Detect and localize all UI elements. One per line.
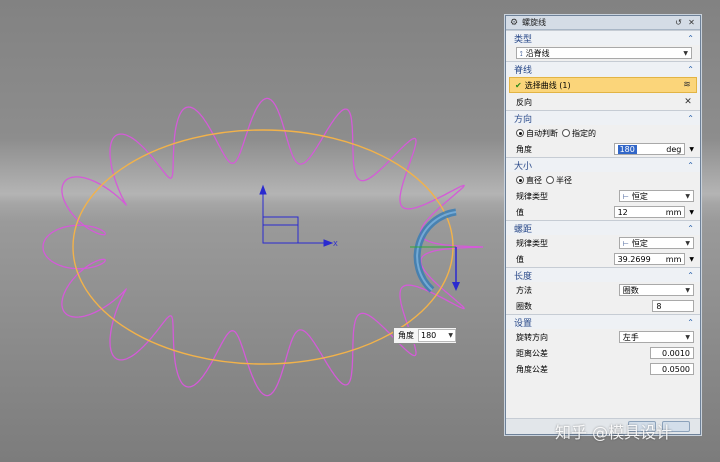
select-curve-row[interactable]: ✔ 选择曲线 (1) ≋	[509, 77, 697, 93]
angle-tol-input[interactable]: 0.0500	[650, 363, 694, 375]
angle-unit: deg	[666, 144, 682, 154]
chevron-up-icon[interactable]: ⌃	[687, 114, 694, 123]
coordinate-triad	[259, 184, 334, 247]
size-value-row: 值 12 mm ▼	[516, 206, 694, 218]
size-law-select[interactable]: ⊢ 恒定 ▼	[618, 190, 694, 202]
section-pitch-header[interactable]: 螺距 ⌃	[506, 220, 700, 235]
turns-row: 圈数 8	[506, 298, 700, 314]
chevron-down-icon[interactable]: ▼	[683, 50, 688, 57]
reverse-row: 反向 ✕	[506, 94, 700, 110]
chevron-down-icon[interactable]: ▼	[689, 146, 694, 153]
direction-radio-row: 自动判断 指定的	[506, 125, 700, 141]
rotation-select[interactable]: 左手 ▼	[618, 331, 694, 343]
chevron-up-icon[interactable]: ⌃	[687, 271, 694, 280]
dist-tol-row: 距离公差 0.0010	[506, 345, 700, 361]
reset-icon[interactable]: ↺	[674, 18, 683, 27]
rotation-row: 旋转方向 左手 ▼	[506, 329, 700, 345]
pitch-law-row: 规律类型 ⊢ 恒定 ▼	[506, 235, 700, 251]
chevron-up-icon[interactable]: ⌃	[687, 65, 694, 74]
reverse-direction-icon[interactable]: ✕	[682, 97, 694, 107]
section-direction-header[interactable]: 方向 ⌃	[506, 110, 700, 125]
close-icon[interactable]: ✕	[687, 18, 696, 27]
section-spine-header[interactable]: 脊线 ⌃	[506, 61, 700, 76]
length-method-select[interactable]: 圈数 ▼	[618, 284, 694, 296]
radio-diameter[interactable]: 直径	[516, 175, 542, 186]
check-icon: ✔	[515, 80, 522, 90]
radio-radius[interactable]: 半径	[546, 175, 572, 186]
floating-angle-label: 角度	[398, 331, 414, 340]
length-method-row: 方法 圈数 ▼	[506, 282, 700, 298]
watermark: 知乎 @模具设计	[555, 423, 673, 442]
angle-tol-row: 角度公差 0.0500	[506, 361, 700, 377]
size-value-input[interactable]: 12 mm	[613, 206, 686, 218]
chevron-up-icon[interactable]: ⌃	[687, 34, 694, 43]
pitch-value-row: 值 39.2699 mm ▼	[516, 253, 694, 265]
dialog-titlebar: ⚙ 螺旋线 ↺ ✕	[506, 16, 700, 30]
floating-angle-value: 180	[421, 331, 437, 340]
turns-input[interactable]: 8	[652, 300, 694, 312]
helix-dialog: ⚙ 螺旋线 ↺ ✕ 类型 ⌃ ⟟ 沿脊线 ▼ 脊线 ⌃ ✔ 选择曲线 (1) ≋ 反…	[505, 15, 701, 435]
type-select[interactable]: ⟟ 沿脊线 ▼	[516, 47, 692, 59]
law-constant-icon: ⊢	[622, 239, 629, 248]
chevron-down-icon[interactable]: ▼	[685, 193, 690, 200]
floating-angle-input[interactable]: 角度 180 ▼	[393, 327, 457, 344]
axis-x-label: X	[333, 240, 338, 248]
section-type-header[interactable]: 类型 ⌃	[506, 30, 700, 45]
law-constant-icon: ⊢	[622, 192, 629, 201]
chevron-up-icon[interactable]: ⌃	[687, 318, 694, 327]
chevron-up-icon[interactable]: ⌃	[687, 224, 694, 233]
angle-input[interactable]: 180 deg	[613, 143, 686, 155]
gear-icon[interactable]: ⚙	[510, 18, 518, 28]
curve-select-icon[interactable]: ≋	[681, 80, 693, 90]
radio-specified[interactable]: 指定的	[562, 128, 596, 139]
chevron-down-icon[interactable]: ▼	[689, 256, 694, 263]
chevron-down-icon[interactable]: ▼	[689, 209, 694, 216]
angle-label: 角度	[516, 144, 532, 154]
radio-auto[interactable]: 自动判断	[516, 128, 558, 139]
chevron-down-icon[interactable]: ▼	[685, 287, 690, 294]
section-settings-header[interactable]: 设置 ⌃	[506, 314, 700, 329]
dist-tol-input[interactable]: 0.0010	[650, 347, 694, 359]
pitch-value-input[interactable]: 39.2699 mm	[613, 253, 686, 265]
chevron-down-icon[interactable]: ▼	[685, 240, 690, 247]
size-law-row: 规律类型 ⊢ 恒定 ▼	[506, 188, 700, 204]
reverse-label: 反向	[516, 97, 532, 107]
type-row: ⟟ 沿脊线 ▼	[506, 45, 700, 61]
chevron-up-icon[interactable]: ⌃	[687, 161, 694, 170]
dialog-title: 螺旋线	[522, 18, 547, 27]
size-radio-row: 直径 半径	[506, 172, 700, 188]
section-size-header[interactable]: 大小 ⌃	[506, 157, 700, 172]
chevron-down-icon[interactable]: ▼	[685, 334, 690, 341]
floating-angle-field[interactable]: 180 ▼	[418, 329, 456, 342]
pitch-law-select[interactable]: ⊢ 恒定 ▼	[618, 237, 694, 249]
helix-type-icon: ⟟	[520, 49, 523, 58]
section-length-header[interactable]: 长度 ⌃	[506, 267, 700, 282]
chevron-down-icon[interactable]: ▼	[448, 332, 453, 339]
angle-row: 角度 180 deg ▼	[506, 141, 700, 157]
